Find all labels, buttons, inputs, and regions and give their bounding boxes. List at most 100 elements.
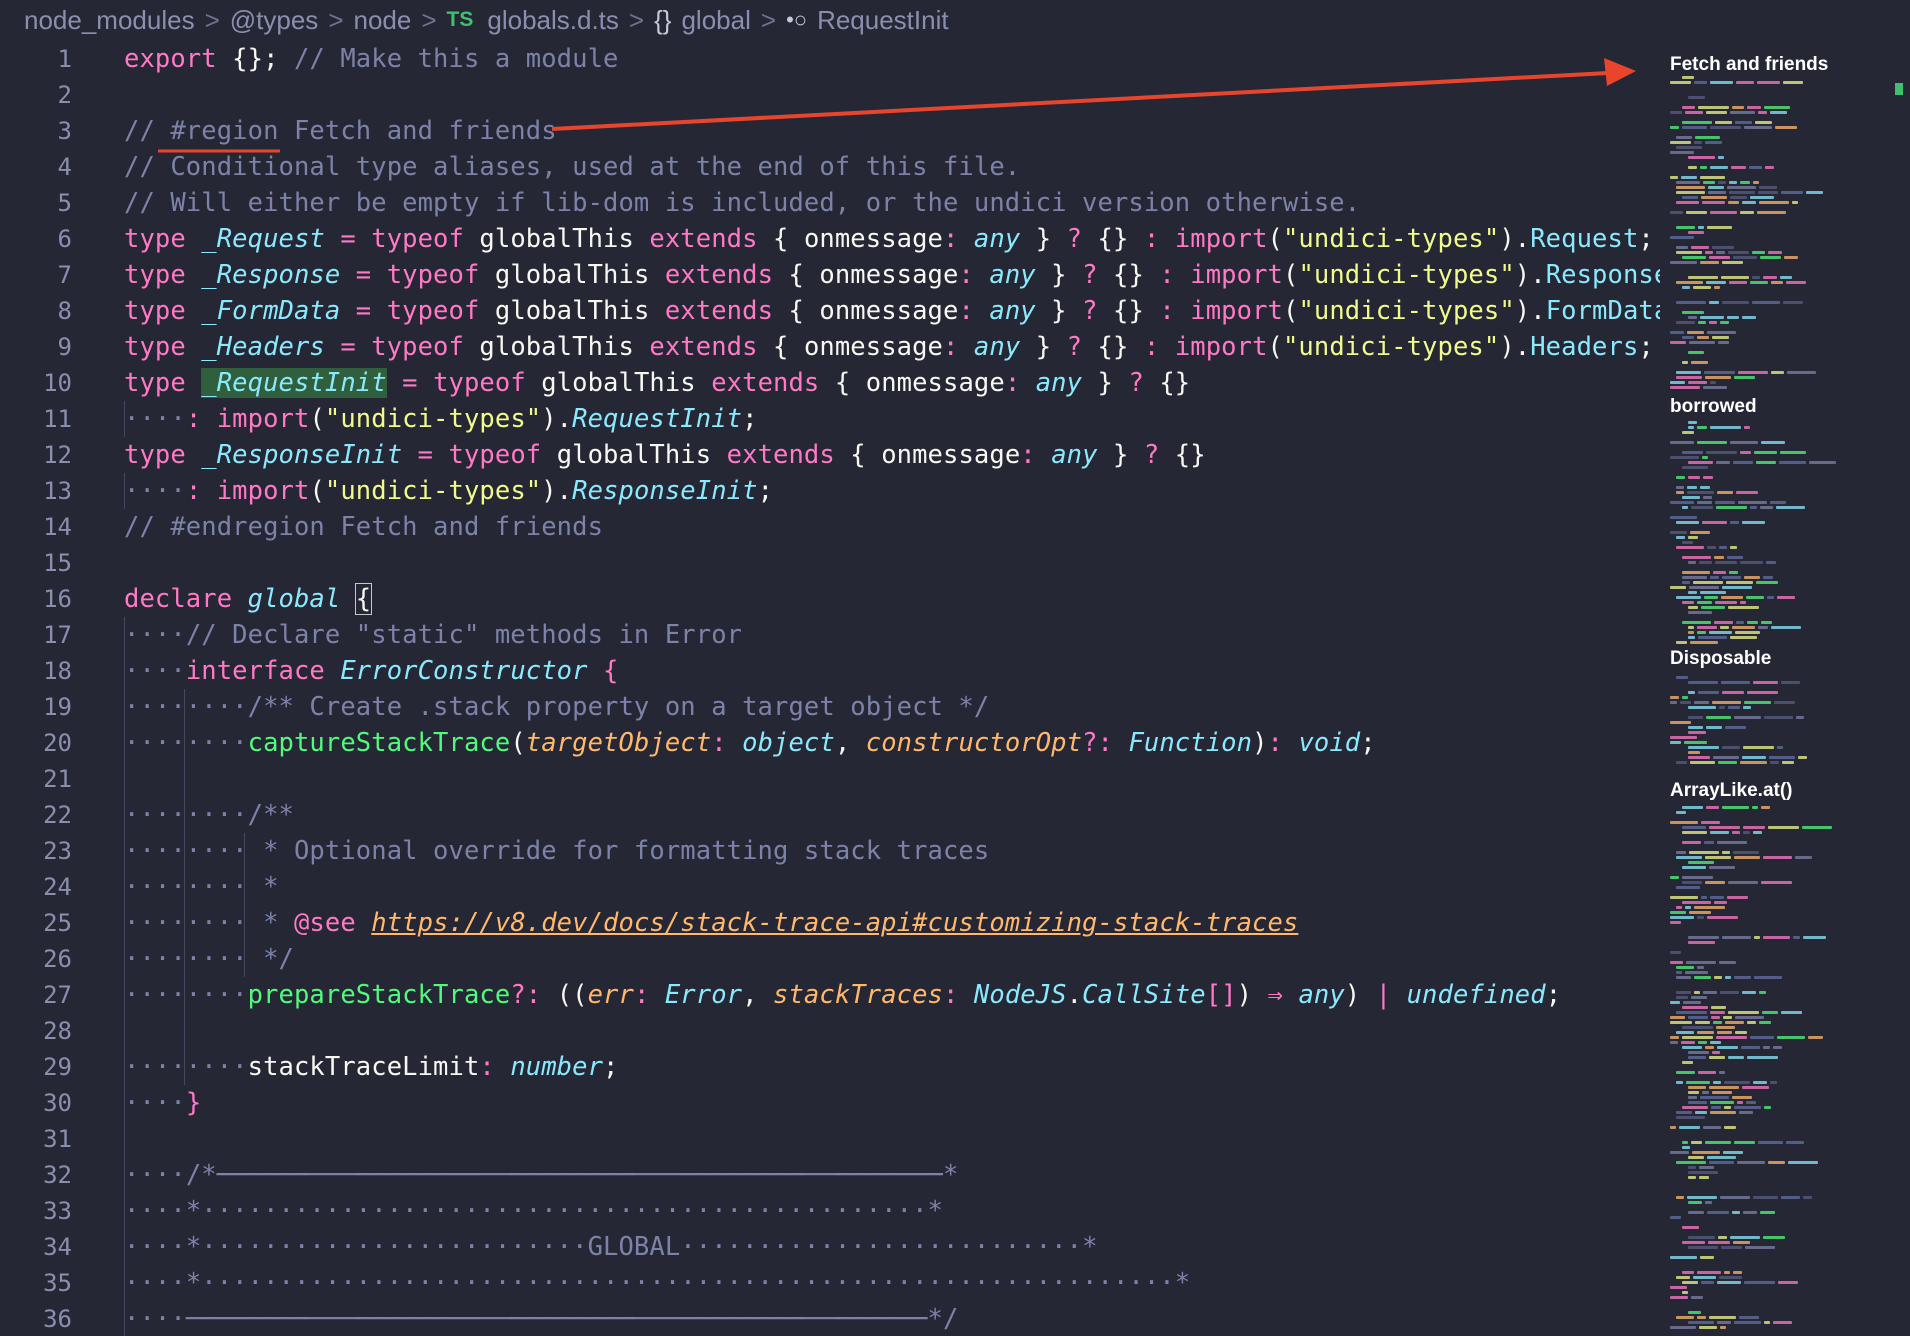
minimap-line: [1682, 576, 1707, 579]
code-token: ⇒: [1267, 980, 1283, 1010]
code-token: Headers: [1530, 332, 1639, 362]
chevron-right-icon: >: [760, 4, 777, 35]
code-line[interactable]: 24 ········ *: [0, 869, 1660, 905]
code-line[interactable]: 29 ········stackTraceLimit: number;: [0, 1049, 1660, 1085]
code-line[interactable]: 13 ····: import("undici-types").ResponseI…: [0, 473, 1660, 509]
minimap-line: [1688, 1236, 1715, 1239]
code-line[interactable]: 36 ····──────────────────────────────────…: [0, 1301, 1660, 1336]
minimap-line: [1715, 121, 1732, 124]
minimap-line: [1747, 1056, 1778, 1059]
minimap-line: [1688, 1091, 1699, 1094]
code-line[interactable]: 16 declare global {: [0, 581, 1660, 617]
line-number: 20: [43, 729, 72, 757]
minimap-line: [1709, 1086, 1739, 1089]
minimap-line: [1694, 701, 1709, 704]
doc-link[interactable]: https://v8.dev/docs/stack-trace-api#cust…: [371, 908, 1298, 938]
code-line[interactable]: 10 type _RequestInit = typeof globalThis …: [0, 365, 1660, 401]
code-line[interactable]: 21: [0, 761, 1660, 797]
minimap-line: [1690, 641, 1718, 644]
code-line[interactable]: 26 ········ */: [0, 941, 1660, 977]
code-line[interactable]: 1 export {}; // Make this a module: [0, 41, 1660, 77]
minimap-line: [1676, 246, 1688, 249]
code-line[interactable]: 4 // Conditional type aliases, used at th…: [0, 149, 1660, 185]
code-line[interactable]: 14 // #endregion Fetch and friends: [0, 509, 1660, 545]
minimap-line: [1676, 491, 1684, 494]
code-line[interactable]: 3 // #region Fetch and friends: [0, 113, 1660, 149]
breadcrumb-item-node[interactable]: node: [354, 5, 412, 36]
code-comment: /*: [185, 1160, 217, 1190]
code-line[interactable]: 2: [0, 77, 1660, 113]
minimap-line: [1682, 556, 1711, 559]
minimap-line: [1670, 586, 1686, 589]
minimap-line: [1717, 1031, 1732, 1034]
minimap-line: [1753, 831, 1762, 834]
breadcrumb-item-symbol[interactable]: RequestInit: [817, 5, 949, 36]
code-line[interactable]: 17 ····// Declare "static" methods in Err…: [0, 617, 1660, 653]
code-comment: GLOBAL: [587, 1232, 681, 1262]
code-line[interactable]: 11 ····: import("undici-types").RequestIn…: [0, 401, 1660, 437]
code-line[interactable]: 32 ····/*────────────────────────────────…: [0, 1157, 1660, 1193]
code-line[interactable]: 18 ····interface ErrorConstructor {: [0, 653, 1660, 689]
minimap-line: [1750, 1036, 1774, 1039]
minimap-line: [1720, 626, 1729, 629]
minimap-line: [1767, 596, 1774, 599]
minimap-line: [1740, 601, 1746, 604]
code-line[interactable]: 7 type _Response = typeof globalThis exte…: [0, 257, 1660, 293]
minimap-line: [1699, 561, 1712, 564]
code-line[interactable]: 28: [0, 1013, 1660, 1049]
code-line[interactable]: 6 type _Request = typeof globalThis exten…: [0, 221, 1660, 257]
minimap-line: [1688, 1201, 1702, 1204]
minimap-line: [1688, 426, 1694, 429]
minimap-line: [1759, 1021, 1771, 1024]
breadcrumb-item-file[interactable]: globals.d.ts: [487, 5, 619, 36]
minimap-line: [1682, 866, 1706, 869]
minimap-line: [1688, 1176, 1696, 1179]
breadcrumb-item-scope[interactable]: global: [681, 5, 750, 36]
minimap-line: [1701, 1281, 1714, 1284]
code-line[interactable]: 25 ········ * @see https://v8.dev/docs/st…: [0, 905, 1660, 941]
code-line[interactable]: 5 // Will either be empty if lib-dom is i…: [0, 185, 1660, 221]
breadcrumb-item-types[interactable]: @types: [230, 5, 319, 36]
minimap-line: [1705, 251, 1713, 254]
code-token: extends: [664, 296, 774, 326]
code-line[interactable]: 19 ········/** Create .stack property on …: [0, 689, 1660, 725]
code-line[interactable]: 15: [0, 545, 1660, 581]
code-line[interactable]: 30 ····}: [0, 1085, 1660, 1121]
code-token: interface: [185, 656, 325, 686]
minimap-line: [1758, 626, 1768, 629]
code-line[interactable]: 23 ········ * Optional override for forma…: [0, 833, 1660, 869]
code-line[interactable]: 33 ····*·································…: [0, 1193, 1660, 1229]
code-line[interactable]: 31: [0, 1121, 1660, 1157]
code-line[interactable]: 20 ········captureStackTrace(targetObject…: [0, 725, 1660, 761]
minimap-line: [1676, 321, 1695, 324]
code-comment: // #endregion Fetch and friends: [124, 512, 604, 542]
minimap-line: [1698, 321, 1706, 324]
minimap-line: [1716, 251, 1725, 254]
minimap-line: [1676, 201, 1699, 204]
minimap-line: [1670, 531, 1687, 534]
breadcrumb-item-node-modules[interactable]: node_modules: [24, 5, 195, 36]
code-line[interactable]: 22 ········/**: [0, 797, 1660, 833]
code-line[interactable]: 34 ····*·························GLOBAL··…: [0, 1229, 1660, 1265]
code-string: "undici-types": [324, 404, 542, 434]
minimap-line: [1688, 1156, 1704, 1159]
code-token: ErrorConstructor: [340, 656, 588, 686]
minimap-line: [1718, 181, 1726, 184]
code-line[interactable]: 12 type _ResponseInit = typeof globalThis…: [0, 437, 1660, 473]
minimap-line: [1670, 1036, 1679, 1039]
code-line[interactable]: 9 type _Headers = typeof globalThis exten…: [0, 329, 1660, 365]
code-editor[interactable]: 1 export {}; // Make this a module 2 3 // …: [0, 41, 1660, 1336]
minimap-line: [1766, 561, 1776, 564]
code-token: any: [1298, 980, 1345, 1010]
minimap-line: [1682, 451, 1703, 454]
code-line[interactable]: 8 type _FormData = typeof globalThis exte…: [0, 293, 1660, 329]
minimap-line: [1710, 1041, 1721, 1044]
minimap-line: [1670, 1001, 1680, 1004]
code-token: onmessage: [803, 332, 944, 362]
code-line[interactable]: 35 ····*·································…: [0, 1265, 1660, 1301]
minimap-line: [1770, 1081, 1777, 1084]
minimap[interactable]: Fetch and friends borrowed Disposable Ar…: [1660, 40, 1910, 1336]
code-token: RequestInit: [572, 404, 743, 434]
line-number: 1: [57, 45, 72, 73]
code-line[interactable]: 27 ········prepareStackTrace?: ((err: Err…: [0, 977, 1660, 1013]
